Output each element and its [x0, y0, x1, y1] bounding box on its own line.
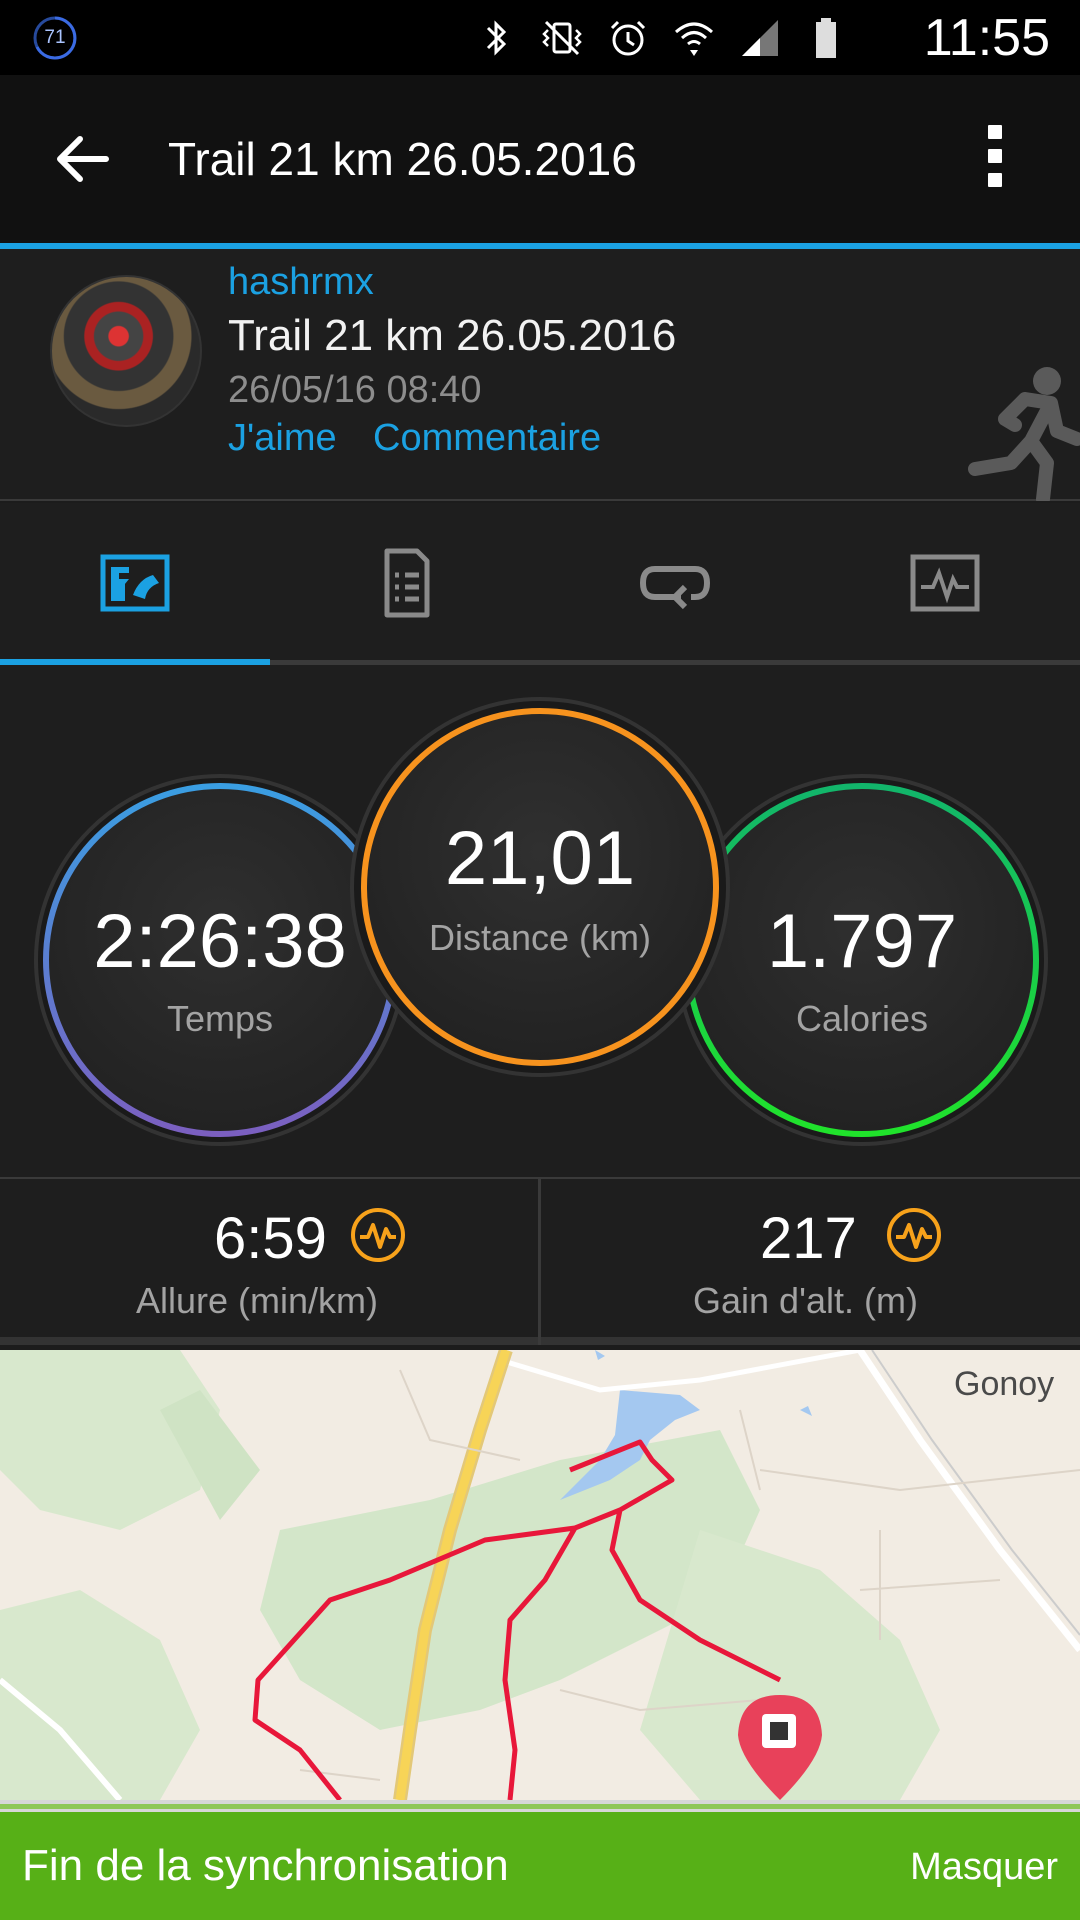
elevation-value: 217 — [760, 1206, 857, 1271]
vibrate-icon — [542, 20, 582, 56]
map-canvas — [0, 1350, 1080, 1800]
sync-progress-line — [0, 1804, 1080, 1809]
laps-icon — [639, 566, 711, 610]
overview-icon — [100, 554, 170, 612]
activity-title: Trail 21 km 26.05.2016 — [228, 311, 677, 360]
battery-level-indicator: 71 — [30, 15, 80, 61]
pace-value: 6:59 — [214, 1206, 327, 1271]
page-title: Trail 21 km 26.05.2016 — [168, 133, 637, 185]
tab-laps[interactable] — [540, 503, 810, 663]
activity-header: hashrmx Trail 21 km 26.05.2016 26/05/16 … — [0, 249, 1080, 501]
battery-percent: 71 — [44, 27, 66, 48]
distance-value: 21,01 — [444, 816, 636, 901]
tab-details[interactable] — [270, 503, 540, 663]
tab-overview[interactable] — [0, 503, 270, 663]
battery-icon — [816, 18, 836, 58]
pulse-icon[interactable] — [350, 1207, 406, 1263]
user-name-link[interactable]: hashrmx — [228, 261, 374, 304]
pace-label: Allure (min/km) — [136, 1280, 379, 1321]
route-map[interactable]: Gonoy — [0, 1350, 1080, 1800]
bluetooth-icon — [486, 20, 507, 56]
wifi-icon — [675, 22, 713, 56]
alarm-icon — [610, 20, 646, 56]
like-link[interactable]: J'aime — [228, 417, 337, 460]
tab-charts[interactable] — [810, 503, 1080, 663]
distance-ring[interactable]: 21,01 Distance (km) — [350, 697, 730, 1077]
charts-icon — [910, 554, 980, 612]
distance-label: Distance (km) — [428, 917, 652, 958]
clock: 11:55 — [923, 9, 1050, 67]
pulse-icon[interactable] — [886, 1207, 942, 1263]
metrics-divider — [538, 1179, 541, 1345]
more-options-icon[interactable] — [978, 125, 1012, 193]
signal-icon — [742, 20, 778, 56]
map-place-label: Gonoy — [954, 1365, 1055, 1403]
sync-message: Fin de la synchronisation — [22, 1841, 509, 1890]
activity-tabs — [0, 503, 1080, 663]
running-icon — [968, 367, 1080, 501]
hide-button[interactable]: Masquer — [910, 1846, 1058, 1889]
summary-stats: 2:26:38 Temps 1.797 Calories 21,01 Dista… — [0, 665, 1080, 1177]
status-bar: 71 11:55 — [0, 0, 1080, 75]
comment-link[interactable]: Commentaire — [373, 417, 601, 460]
elevation-label: Gain d'alt. (m) — [693, 1280, 918, 1321]
avatar[interactable] — [50, 275, 202, 427]
activity-date: 26/05/16 08:40 — [228, 369, 482, 411]
details-icon — [384, 548, 430, 618]
back-arrow-icon[interactable] — [52, 128, 114, 190]
